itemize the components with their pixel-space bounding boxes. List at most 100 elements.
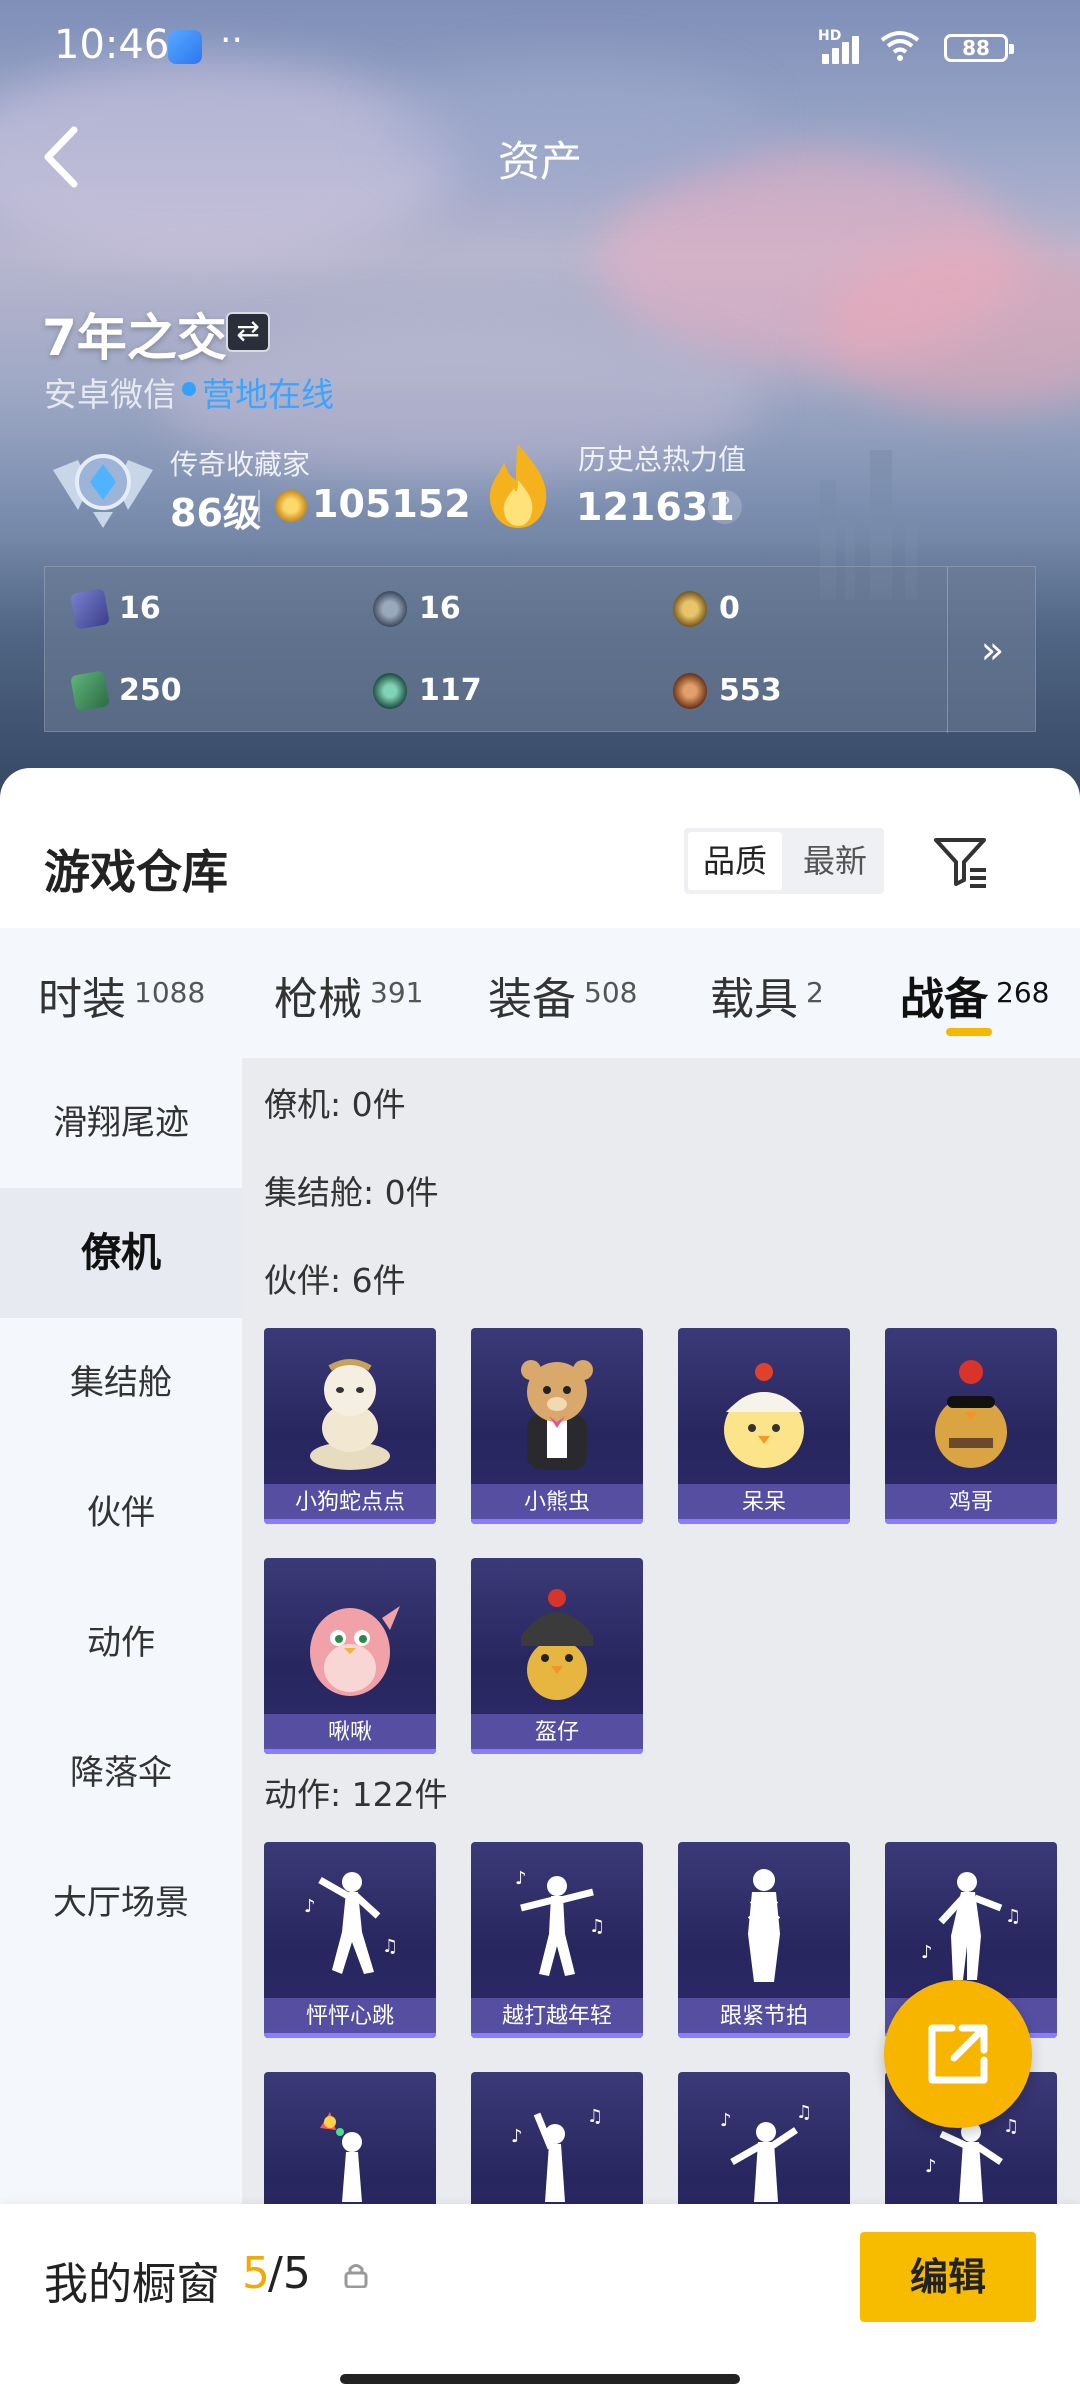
item-card[interactable]: 小熊虫 bbox=[471, 1328, 643, 1524]
item-card[interactable]: 鸡哥 bbox=[885, 1328, 1057, 1524]
category-partner[interactable]: 伙伴 bbox=[0, 1448, 242, 1578]
sort-toggle: 品质 最新 bbox=[684, 828, 884, 894]
helmet-chick-icon bbox=[521, 1589, 593, 1700]
page-title: 资产 bbox=[497, 137, 582, 186]
item-card[interactable]: ♪ ♫ 越打越年轻 bbox=[471, 1842, 643, 2038]
stats-panel: 16 16 0 250 117 553 » bbox=[44, 566, 1037, 733]
item-name: 小狗蛇点点 bbox=[264, 1484, 436, 1524]
tab-label: 枪械 bbox=[274, 974, 362, 1025]
item-card[interactable]: ♪ ♫ 怦怦心跳 bbox=[264, 1842, 436, 2038]
medal-icon bbox=[373, 591, 407, 627]
item-card[interactable]: 啾啾 bbox=[264, 1558, 436, 1754]
status-time: 10:46 bbox=[54, 22, 170, 68]
ticket-icon bbox=[70, 670, 110, 712]
showcase-bar: 我的橱窗 5 /5 编辑 bbox=[0, 2204, 1080, 2400]
sort-quality-button[interactable]: 品质 bbox=[688, 832, 782, 890]
dancer-icon: ♪♫ bbox=[515, 1868, 605, 1976]
help-icon[interactable]: ? bbox=[708, 490, 742, 524]
category-capsule[interactable]: 集结舱 bbox=[0, 1318, 242, 1448]
svg-text:♪: ♪ bbox=[921, 1942, 933, 1963]
tab-label: 时装 bbox=[38, 974, 126, 1025]
coin-value: 105152 bbox=[312, 482, 471, 526]
stat-value: 117 bbox=[419, 673, 482, 708]
item-name: 盔仔 bbox=[471, 1714, 643, 1754]
gold-medal-icon bbox=[673, 591, 707, 627]
tab-weapons[interactable]: 枪械 391 bbox=[274, 928, 423, 1058]
home-indicator[interactable] bbox=[340, 2374, 740, 2384]
status-bar: 10:46 ·· HD 88 bbox=[0, 0, 1080, 96]
category-emote[interactable]: 动作 bbox=[0, 1578, 242, 1708]
stats-more-button[interactable]: » bbox=[947, 567, 1037, 733]
svg-text:♪: ♪ bbox=[515, 1868, 527, 1889]
category-tabs: 时装 1088 枪械 391 装备 508 载具 2 战备 268 bbox=[0, 928, 1080, 1058]
share-button[interactable] bbox=[884, 1980, 1032, 2128]
item-card[interactable]: 盔仔 bbox=[471, 1558, 643, 1754]
category-parachute[interactable]: 降落伞 bbox=[0, 1708, 242, 1838]
tab-label: 装备 bbox=[488, 974, 576, 1025]
wifi-icon bbox=[880, 28, 920, 71]
edit-button[interactable]: 编辑 bbox=[860, 2232, 1036, 2322]
item-card[interactable]: 跟紧节拍 bbox=[678, 1842, 850, 2038]
tab-count: 2 bbox=[806, 976, 824, 1009]
tab-fashion[interactable]: 时装 1088 bbox=[38, 928, 205, 1058]
rank-level: 86级 bbox=[170, 491, 261, 535]
showcase-total: /5 bbox=[268, 2248, 311, 2299]
rank-title: 传奇收藏家 bbox=[170, 448, 311, 481]
warehouse-title: 游戏仓库 bbox=[44, 845, 228, 899]
share-icon bbox=[928, 2024, 988, 2084]
svg-text:♫: ♫ bbox=[587, 2106, 603, 2127]
item-name: 小熊虫 bbox=[471, 1484, 643, 1524]
tab-combat-gear[interactable]: 战备 268 bbox=[900, 928, 1049, 1058]
rank-badge-icon bbox=[53, 454, 153, 528]
item-card[interactable]: 呆呆 bbox=[678, 1328, 850, 1524]
svg-text:♫: ♫ bbox=[382, 1936, 398, 1957]
stat-value: 16 bbox=[419, 591, 461, 626]
online-dot-icon bbox=[182, 382, 196, 396]
dancer-icon bbox=[747, 1869, 781, 1982]
dancer-icon: ♪♫ bbox=[921, 1872, 1021, 1980]
item-name: 跟紧节拍 bbox=[678, 1998, 850, 2038]
section-header: 动作: 122件 bbox=[264, 1775, 448, 1814]
app-notification-icon bbox=[168, 30, 202, 64]
section-header: 集结舱: 0件 bbox=[264, 1173, 439, 1212]
item-name: 呆呆 bbox=[678, 1484, 850, 1524]
filter-icon[interactable] bbox=[930, 832, 990, 892]
emerald-icon bbox=[373, 673, 407, 709]
username: 7年之交 bbox=[42, 309, 227, 367]
item-grid: 僚机: 0件 集结舱: 0件 伙伴: 6件 小狗蛇点点 小熊虫 呆呆 鸡哥 啾啾… bbox=[242, 1058, 1080, 2398]
heat-title: 历史总热力值 bbox=[578, 443, 747, 476]
tab-count: 391 bbox=[370, 976, 424, 1009]
category-wingman[interactable]: 僚机 bbox=[0, 1188, 242, 1318]
section-header: 僚机: 0件 bbox=[264, 1085, 406, 1124]
svg-text:♪: ♪ bbox=[304, 1896, 316, 1917]
coin-icon bbox=[275, 490, 307, 522]
stat-value: 553 bbox=[719, 673, 782, 708]
flame-icon bbox=[489, 444, 547, 528]
rooster-icon bbox=[935, 1360, 1007, 1468]
stat-value: 0 bbox=[719, 591, 740, 626]
tab-label: 载具 bbox=[710, 974, 798, 1025]
svg-text:♪: ♪ bbox=[925, 2156, 937, 2177]
item-card[interactable]: 小狗蛇点点 bbox=[264, 1328, 436, 1524]
tab-label: 战备 bbox=[900, 974, 988, 1025]
showcase-label: 我的橱窗 bbox=[44, 2259, 220, 2310]
svg-text:♪: ♪ bbox=[720, 2110, 732, 2131]
dancer-icon: ♪♫ bbox=[304, 1872, 398, 1974]
category-sidebar: 滑翔尾迹 僚机 集结舱 伙伴 动作 降落伞 大厅场景 bbox=[0, 1058, 242, 2398]
svg-text:♫: ♫ bbox=[589, 1916, 605, 1937]
dancer-icon: ♪♫ bbox=[511, 2106, 603, 2202]
warehouse-sheet: 游戏仓库 品质 最新 时装 1088 枪械 391 装备 508 载具 2 战备 268 … bbox=[0, 768, 1080, 2400]
tab-count: 508 bbox=[584, 976, 638, 1009]
category-lobby-scene[interactable]: 大厅场景 bbox=[0, 1838, 242, 1968]
card-icon bbox=[70, 588, 110, 630]
dancer-icon: ♪♫ bbox=[720, 2102, 812, 2202]
tab-vehicles[interactable]: 载具 2 bbox=[710, 928, 824, 1058]
section-header: 伙伴: 6件 bbox=[264, 1261, 406, 1300]
switch-account-icon[interactable]: ⇄ bbox=[226, 312, 270, 352]
tab-equipment[interactable]: 装备 508 bbox=[488, 928, 637, 1058]
sort-newest-button[interactable]: 最新 bbox=[788, 832, 882, 890]
signal-icon bbox=[822, 30, 868, 64]
category-glide-trail[interactable]: 滑翔尾迹 bbox=[0, 1058, 242, 1188]
item-name: 怦怦心跳 bbox=[264, 1998, 436, 2038]
svg-text:♪: ♪ bbox=[511, 2126, 523, 2147]
